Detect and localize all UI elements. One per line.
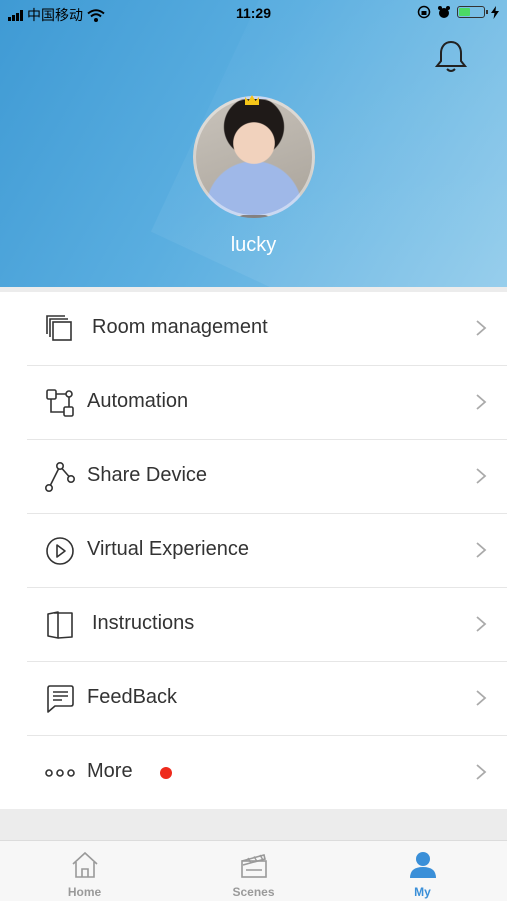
menu-item-label: Virtual Experience [87,538,249,560]
menu-item-automation[interactable]: Automation [27,366,507,440]
home-icon [71,851,98,878]
menu-item-virtual-experience[interactable]: Virtual Experience [27,514,507,588]
chevron-right-icon [476,542,487,558]
tab-home[interactable]: Home [0,841,169,901]
bell-icon[interactable] [433,38,469,74]
message-icon [47,685,74,713]
automation-icon [46,389,74,417]
menu-item-more[interactable]: More [27,736,507,809]
username: lucky [230,234,277,256]
status-bar: 中国移动 11:29 [0,0,507,28]
notification-dot [160,767,172,779]
room-icon [46,315,72,341]
charging-icon [491,5,499,19]
chevron-right-icon [476,690,487,706]
lock-rotation-icon [417,5,431,19]
scenes-icon [240,854,267,878]
chevron-right-icon [476,394,487,410]
menu-item-label: More [87,760,133,782]
menu-item-label: Instructions [92,612,195,634]
menu-item-room-management[interactable]: Room management [27,292,507,366]
alarm-icon [438,6,450,18]
profile-header: 中国移动 11:29 lucky [0,0,507,287]
menu-item-share-device[interactable]: Share Device [27,440,507,514]
tab-bar: Home Scenes My [0,840,507,901]
menu-item-label: Share Device [87,464,208,486]
chevron-right-icon [476,468,487,484]
avatar[interactable] [193,96,315,218]
chevron-right-icon [476,616,487,632]
share-icon [45,462,75,492]
tab-my[interactable]: My [338,841,507,901]
battery-icon [457,6,488,18]
chevron-right-icon [476,320,487,336]
tab-label: My [414,885,431,899]
user-icon [409,852,436,878]
play-icon [46,537,74,565]
tab-label: Home [67,885,102,899]
menu-item-instructions[interactable]: Instructions [27,588,507,662]
menu-item-label: FeedBack [87,686,178,708]
more-icon [45,769,75,777]
menu-item-feedback[interactable]: FeedBack [27,662,507,736]
tab-label: Scenes [232,885,275,899]
tab-scenes[interactable]: Scenes [169,841,338,901]
book-icon [47,611,73,639]
menu-list: Room management Automation Share Device … [0,292,507,809]
menu-item-label: Room management [92,316,268,338]
chevron-right-icon [476,764,487,780]
menu-item-label: Automation [87,390,189,412]
